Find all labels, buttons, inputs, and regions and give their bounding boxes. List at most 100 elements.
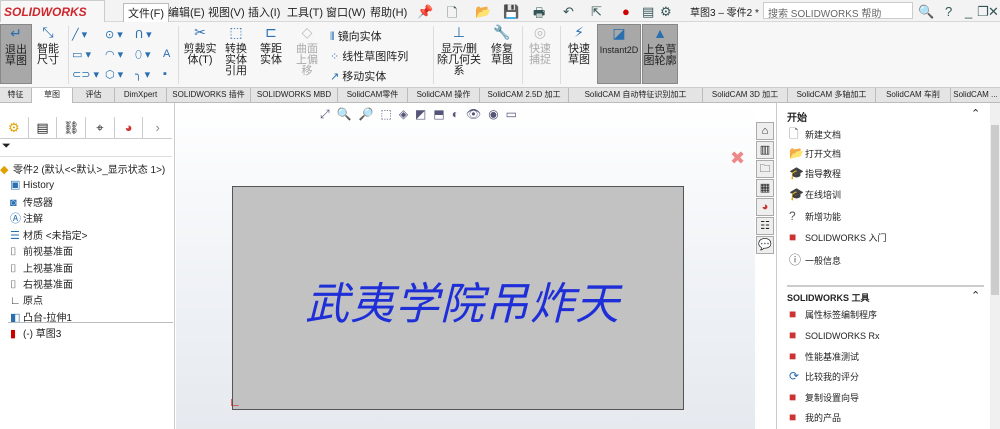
offset-on-surface-button[interactable]: ◇ 曲面上偏移: [292, 24, 322, 77]
arc-icon[interactable]: ◠ ▾: [105, 48, 123, 61]
offset-entities-button[interactable]: ⊏ 等距实体: [256, 24, 286, 66]
tree-item-sensors[interactable]: ◙ 传感器: [10, 194, 53, 209]
tree-item-front-plane[interactable]: ⌷ 前视基准面: [10, 243, 73, 259]
line-icon[interactable]: ╱ ▾: [72, 28, 87, 41]
property-tab-builder-link[interactable]: ■ 属性标签编制程序: [789, 307, 877, 321]
scrollbar-thumb[interactable]: [991, 125, 999, 295]
trim-entities-button[interactable]: ✂ 剪裁实体(T): [182, 24, 218, 66]
whats-new-link[interactable]: ? 新增功能: [789, 209, 841, 223]
chevron-right-icon[interactable]: ›: [143, 117, 172, 139]
help-icon[interactable]: ?: [945, 4, 952, 19]
display-manager-tab-icon[interactable]: ◕: [115, 117, 144, 139]
exit-sketch-button[interactable]: ↵ 退出草图: [0, 24, 32, 84]
file-explorer-icon[interactable]: 🗀: [756, 160, 774, 178]
tree-item-material[interactable]: ☰ 材质 <未指定>: [10, 227, 87, 242]
general-info-link[interactable]: ⓘ 一般信息: [789, 251, 841, 268]
search-icon[interactable]: 🔍: [918, 4, 934, 20]
tab-solidcam-afrm[interactable]: SolidCAM 自动特征识别加工: [569, 88, 703, 103]
file-properties-icon[interactable]: ▤: [642, 4, 654, 20]
appearances-icon[interactable]: ◕: [756, 198, 774, 216]
menu-insert[interactable]: 插入(I): [244, 3, 284, 21]
home-icon[interactable]: ⌂: [756, 122, 774, 140]
my-products-link[interactable]: ■ 我的产品: [789, 410, 841, 424]
tab-dimxpert[interactable]: DimXpert: [115, 88, 167, 103]
filter-icon[interactable]: ⏷: [0, 140, 172, 157]
save-icon[interactable]: 💾: [503, 4, 519, 20]
polygon-icon[interactable]: ⬡ ▾: [105, 68, 123, 81]
tab-solidcam-turning[interactable]: SolidCAM 车削: [876, 88, 951, 103]
feature-manager-tab-icon[interactable]: ⚙: [0, 117, 29, 139]
tree-item-sketch3[interactable]: ▮ (-) 草图3: [10, 325, 61, 340]
tree-root[interactable]: ◆ 零件2 (默认<<默认>_显示状态 1>): [0, 161, 165, 176]
menu-file[interactable]: 文件(F): [123, 3, 170, 23]
dimxpert-manager-tab-icon[interactable]: ⌖: [86, 117, 115, 139]
rollback-bar[interactable]: [8, 322, 173, 323]
configuration-manager-tab-icon[interactable]: ⛓: [57, 117, 87, 139]
menu-tools[interactable]: 工具(T): [283, 3, 327, 21]
repair-sketch-button[interactable]: 🔧 修复草图: [486, 24, 518, 66]
tree-item-origin[interactable]: ∟ 原点: [10, 292, 43, 307]
new-document-link[interactable]: 🗋 新建文档: [789, 125, 841, 146]
tab-features[interactable]: 特征: [0, 88, 32, 103]
benchmark-link[interactable]: ■ 性能基准测试: [789, 349, 859, 363]
copy-settings-link[interactable]: ■ 复制设置向导: [789, 390, 859, 404]
design-library-icon[interactable]: ▥: [756, 141, 774, 159]
collapse-tools-icon[interactable]: ⌃: [971, 289, 980, 302]
rebuild-icon[interactable]: ●: [622, 4, 630, 19]
open-icon[interactable]: 📂: [475, 4, 491, 20]
forum-icon[interactable]: 💬: [756, 236, 774, 254]
menu-help[interactable]: 帮助(H): [366, 3, 411, 21]
compare-score-link[interactable]: ⟳ 比较我的评分: [789, 369, 859, 383]
intro-link[interactable]: ■ SOLIDWORKS 入门: [789, 230, 887, 244]
move-entities-button[interactable]: ↗ 移动实体: [330, 68, 386, 84]
tab-sketch[interactable]: 草图: [32, 88, 73, 103]
minimize-icon[interactable]: _: [965, 4, 972, 19]
help-search-input[interactable]: 搜索 SOLIDWORKS 帮助: [763, 2, 913, 20]
online-training-link[interactable]: 🎓在线培训: [789, 187, 841, 201]
close-icon[interactable]: ✕: [988, 4, 999, 20]
view-palette-icon[interactable]: ▦: [756, 179, 774, 197]
spline-icon[interactable]: ᑎ ▾: [135, 28, 152, 41]
tab-solidcam-part[interactable]: SolidCAM零件: [338, 88, 408, 103]
tab-mbd[interactable]: SOLIDWORKS MBD: [251, 88, 338, 103]
tab-solidcam-25d[interactable]: SolidCAM 2.5D 加工: [480, 88, 569, 103]
tab-solidcam-operations[interactable]: SolidCAM 操作: [408, 88, 480, 103]
point-icon[interactable]: ▪: [163, 68, 167, 80]
pin-icon[interactable]: 📌: [417, 4, 433, 20]
tab-solidcam-more[interactable]: SolidCAM ...: [951, 88, 1000, 103]
tree-item-history[interactable]: ▣ History: [10, 178, 54, 191]
undo-icon[interactable]: ↶: [563, 4, 574, 20]
text-icon[interactable]: A: [163, 48, 170, 60]
collapse-start-icon[interactable]: ⌃: [971, 107, 980, 120]
restore-icon[interactable]: ❐: [977, 4, 989, 20]
convert-entities-button[interactable]: ⬚ 转换实体引用: [220, 24, 252, 77]
tab-solidcam-3d[interactable]: SolidCAM 3D 加工: [703, 88, 788, 103]
options-gear-icon[interactable]: ⚙: [660, 4, 672, 20]
tab-evaluate[interactable]: 评估: [73, 88, 115, 103]
solidworks-rx-link[interactable]: ■ SOLIDWORKS Rx: [789, 328, 880, 342]
circle-icon[interactable]: ⊙ ▾: [105, 28, 123, 41]
quick-snaps-button[interactable]: ◎ 快速捕捉: [525, 24, 555, 66]
tab-addins[interactable]: SOLIDWORKS 插件: [167, 88, 251, 103]
select-icon[interactable]: ⇱: [591, 4, 602, 20]
slot-icon[interactable]: ⊂⊃ ▾: [72, 68, 99, 81]
tree-item-annotations[interactable]: Ⓐ 注解: [10, 210, 43, 226]
tree-item-right-plane[interactable]: ⌷ 右视基准面: [10, 276, 73, 292]
mirror-entities-button[interactable]: ⫴ 镜向实体: [330, 28, 382, 44]
tree-item-top-plane[interactable]: ⌷ 上视基准面: [10, 260, 73, 276]
instant2d-button[interactable]: ◪ Instant2D: [597, 24, 641, 84]
fillet-icon[interactable]: ╮ ▾: [135, 68, 150, 81]
smart-dimension-button[interactable]: ⤡ 智能尺寸: [33, 24, 63, 66]
tab-solidcam-multiaxis[interactable]: SolidCAM 多轴加工: [788, 88, 876, 103]
rapid-sketch-button[interactable]: ⚡ 快速草图: [563, 24, 595, 66]
rectangle-icon[interactable]: ▭ ▾: [72, 48, 91, 61]
custom-properties-icon[interactable]: ☷: [756, 217, 774, 235]
sketch-text[interactable]: 武夷学院吊炸天: [305, 268, 620, 332]
menu-window[interactable]: 窗口(W): [322, 3, 370, 21]
display-relations-button[interactable]: ⊥ 显示/删除几何关系: [436, 24, 482, 77]
ellipse-icon[interactable]: ⬯ ▾: [135, 48, 151, 62]
heads-up-view-toolbar[interactable]: ⤢🔍🔎⬚◈◩⬒◐👁◉▭: [320, 107, 524, 122]
property-manager-tab-icon[interactable]: ▤: [29, 117, 58, 139]
linear-pattern-button[interactable]: ⁘ 线性草图阵列: [330, 48, 408, 64]
menu-view[interactable]: 视图(V): [204, 3, 249, 21]
